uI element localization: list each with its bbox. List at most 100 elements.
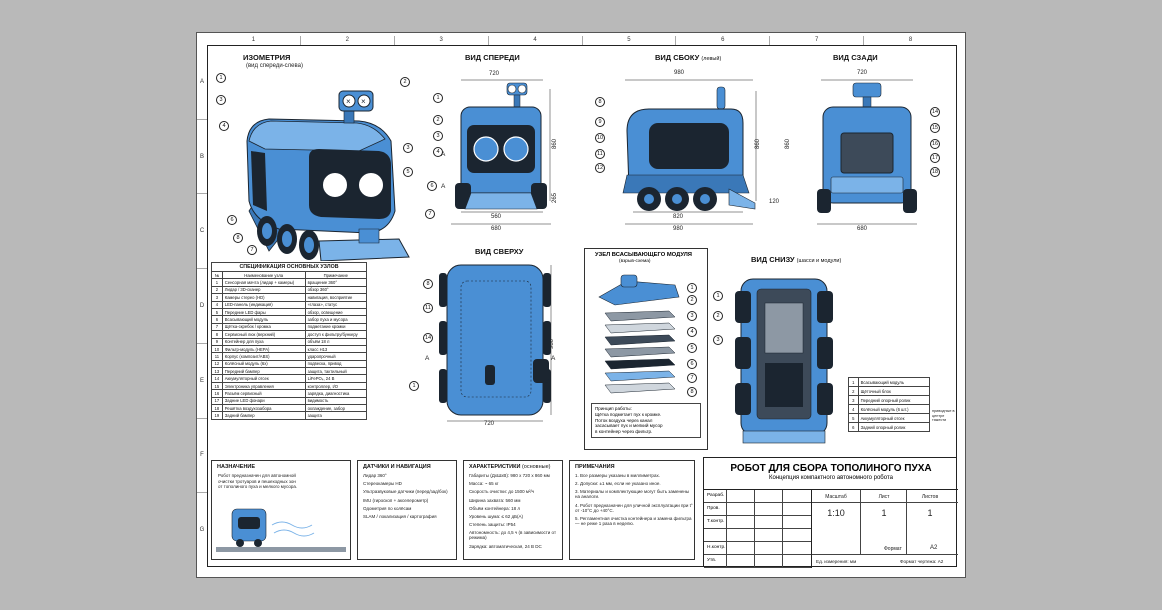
callout-number: 3 (216, 95, 226, 105)
callout-number: 8 (423, 279, 433, 289)
nozzle-drawing (598, 274, 680, 394)
section-mark: А (551, 355, 556, 362)
spec-num: 14 (211, 374, 223, 383)
principle-line: в контейнер через фильтр. (595, 429, 653, 435)
column-label: 1 (251, 37, 256, 43)
spec-name: Сервисный люк (верхний) (221, 330, 306, 339)
callout-number: 2 (687, 295, 697, 305)
spec-head-name: Наименование узла (221, 270, 306, 280)
callout-number: 1 (409, 381, 419, 391)
note-item: 5. Регламентная очистка контейнера и зам… (575, 515, 692, 526)
spec-note: контроллер, I/O (304, 381, 368, 391)
callout-number: 9 (595, 117, 605, 127)
legend-num: 5 (848, 413, 859, 423)
note-item: 1. Все размеры указаны в миллиметрах. (575, 473, 660, 478)
callout-number: 14 (423, 333, 433, 343)
spec-name: Всасывающий модуль (221, 315, 306, 324)
spec-item: Уровень шума: ≤ 62 дБ(А) (469, 513, 524, 519)
role-label: Разраб. (707, 493, 725, 498)
specs-list: Габариты (ДхШхВ): 980 x 720 x 860 мм Масс… (464, 473, 562, 549)
spec-row: 13 Передний бампер защита, тактильный (211, 367, 368, 376)
spec-num: 11 (211, 352, 223, 361)
sensor-item: SLAM / локализация / картография (363, 513, 437, 519)
legend-row: 5 Аккумуляторный отсек (848, 413, 931, 423)
notes-list: 1. Все размеры указаны в миллиметрах. 2. … (570, 473, 694, 526)
spec-head-note: Примечание (304, 270, 368, 280)
front-title: ВИД СПЕРЕДИ (465, 53, 520, 62)
spec-num: 16 (211, 389, 223, 398)
spec-name: Передний бампер (221, 367, 306, 376)
role-label: Т.контр. (707, 519, 725, 524)
sheets-label: Листов (921, 494, 939, 500)
spec-note: «глаза», статус (304, 300, 368, 309)
spec-item: Габариты (ДхШхВ): 980 x 720 x 860 мм (469, 473, 550, 478)
spec-name: Контейнер для пуха (221, 337, 306, 346)
callout-number: 4 (219, 121, 229, 131)
callout-number: 7 (687, 373, 697, 383)
spec-name: LED-панель (индикация) (221, 300, 306, 309)
side-dim-clearance: 120 (769, 199, 780, 205)
spec-note: класс H13 (304, 344, 368, 354)
purpose-line: от тополиного пуха и мелкого мусора. (218, 484, 298, 489)
legend-row: 2 Щёточный блок (848, 386, 931, 396)
role-row: Н.контр. (704, 542, 811, 555)
spec-name: Задние LED фонари (221, 396, 306, 406)
spec-name: Передние LED фары (221, 307, 306, 317)
legend-row: 6 Задний опорный ролик (848, 422, 931, 432)
sheets-value: 1 (927, 508, 933, 518)
row-label: C (197, 193, 207, 268)
sensors-list: Лидар 360° Стереокамеры HD Ультразвуковые … (358, 473, 456, 519)
spec-row: 1 Сенсорная мачта (лидар + камеры) вращени… (211, 278, 368, 287)
column-label: 7 (769, 36, 863, 45)
column-ruler: 1 2345678 (207, 36, 957, 45)
callout-number: 2 (713, 311, 723, 321)
callout-number: 11 (595, 149, 605, 159)
callout-number: 6 (227, 215, 237, 225)
spec-note: зарядка, диагностика (304, 389, 368, 398)
purpose-title: НАЗНАЧЕНИЕ (217, 464, 256, 470)
spec-note: LiFePO₄, 24 В (304, 374, 368, 383)
role-row (704, 529, 811, 542)
spec-num: 8 (211, 330, 223, 339)
spec-note: охлаждение, забор (304, 404, 368, 413)
spec-name: Электроника управления (221, 381, 306, 391)
legend-num: 3 (848, 395, 859, 405)
role-row: Разраб. (704, 490, 811, 503)
sensors-title: ДАТЧИКИ И НАВИГАЦИЯ (363, 464, 431, 470)
spec-row: 9 Контейнер для пуха объём 18 л (211, 337, 368, 346)
spec-note: защита (304, 411, 368, 420)
svg-text:×: × (346, 97, 351, 106)
spec-note: защита, тактильный (304, 367, 368, 376)
sensor-item: Одометрия по колёсам (363, 505, 412, 511)
spec-table: СПЕЦИФИКАЦИЯ ОСНОВНЫХ УЗЛОВ № Наименован… (211, 262, 368, 420)
note-item: 2. Допуски: ±1 мм, если не указано иное. (575, 481, 661, 487)
callout-number: 3 (687, 311, 697, 321)
spec-note: ударопрочный (304, 352, 368, 361)
spec-item: Объём контейнера: 18 л (469, 505, 520, 511)
spec-num: 13 (211, 367, 223, 376)
sensor-item: Ультразвуковые датчики (перед/зад/бок) (363, 489, 448, 495)
front-drawing (451, 79, 551, 225)
spec-num: 10 (211, 344, 223, 354)
spec-num: 12 (211, 359, 223, 369)
sensor-item: Стереокамеры HD (363, 481, 402, 487)
purpose-illustration (216, 508, 346, 552)
row-label: A (199, 78, 204, 85)
row-ruler: A BCDEFG (197, 45, 207, 567)
spec-note: подвеска, привод (304, 359, 368, 369)
drawing-title: РОБОТ ДЛЯ СБОРА ТОПОЛИНОГО ПУХА (730, 463, 932, 474)
role-label: Утв. (707, 558, 717, 563)
legend-label: Щёточный блок (857, 386, 931, 396)
spec-row: 4 LED-панель (индикация) «глаза», статус (211, 300, 368, 309)
role-row: Т.контр. (704, 516, 811, 529)
spec-note: подметание кромки (304, 322, 368, 332)
bottom-note: приводные в центре тяжести (932, 409, 955, 422)
spec-item: Масса: ~ 65 кг (469, 481, 499, 487)
callout-number: 5 (687, 343, 697, 353)
spec-item: Ширина захвата: 560 мм (469, 497, 521, 503)
spec-table-title: СПЕЦИФИКАЦИЯ ОСНОВНЫХ УЗЛОВ (211, 262, 367, 272)
spec-note: видимость (304, 396, 368, 406)
sensor-item: IMU (гироскоп + акселерометр) (363, 497, 429, 503)
sensor-item: Лидар 360° (363, 473, 387, 478)
spec-num: 5 (211, 307, 223, 317)
